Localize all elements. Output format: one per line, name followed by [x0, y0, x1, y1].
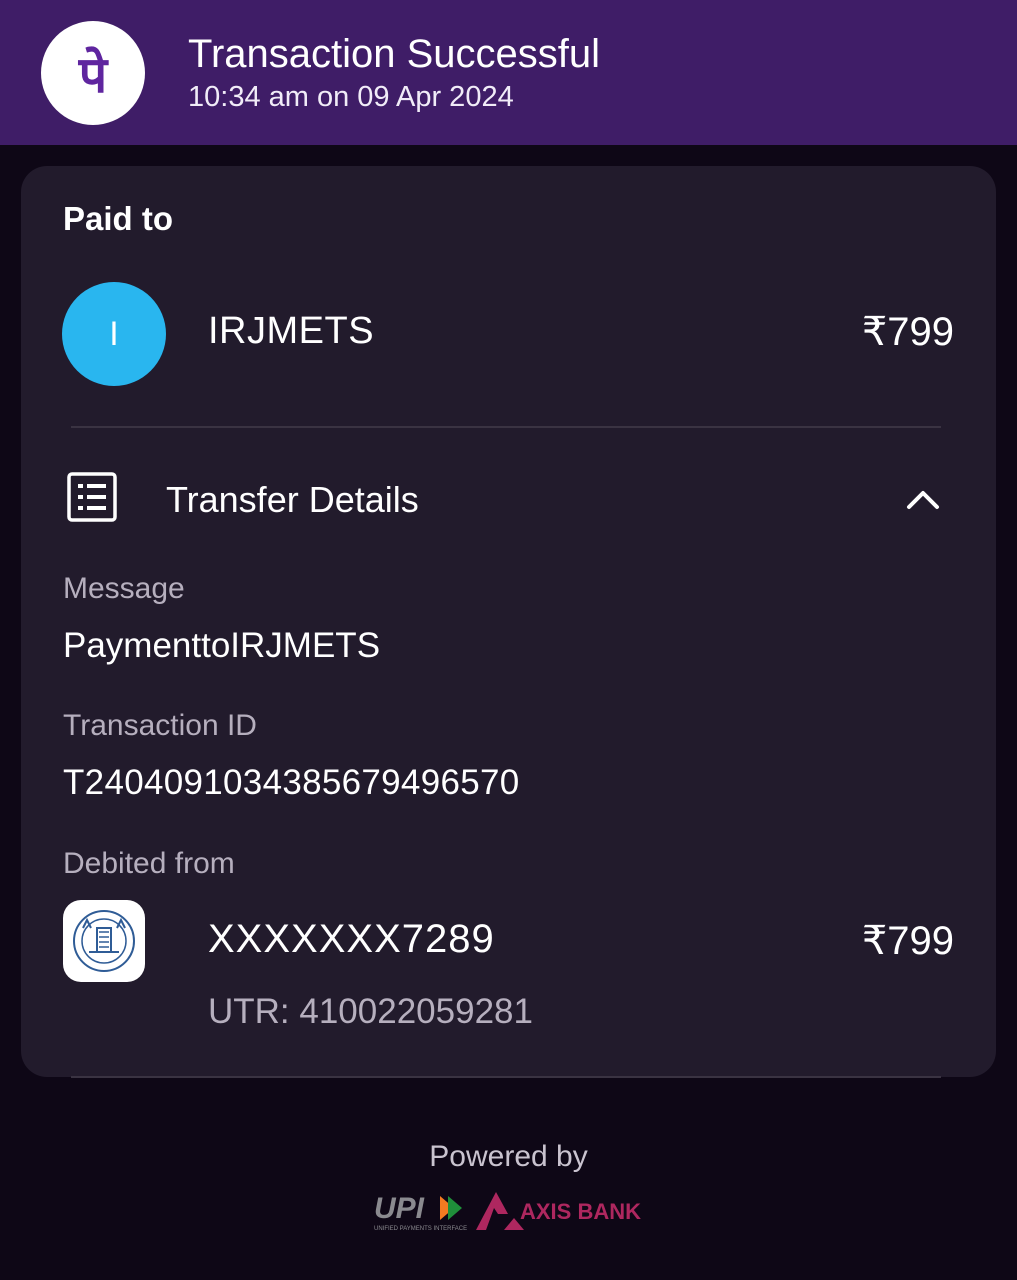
- bank-account-number: XXXXXXX7289: [208, 917, 495, 961]
- transaction-id-value[interactable]: T2404091034385679496570: [63, 763, 520, 803]
- debited-from-label: Debited from: [63, 847, 235, 880]
- axis-bank-logo: AXIS BANK: [476, 1192, 641, 1230]
- chevron-up-icon[interactable]: [903, 481, 943, 515]
- divider: [71, 426, 941, 428]
- paid-amount: ₹799: [861, 310, 954, 354]
- svg-text:UPI: UPI: [374, 1192, 425, 1225]
- transaction-status-title: Transaction Successful: [188, 32, 601, 76]
- transaction-card: Paid to I IRJMETS ₹799 Transfer Details …: [21, 166, 996, 1078]
- receipt-list-icon: [67, 472, 117, 522]
- transfer-details-title[interactable]: Transfer Details: [166, 479, 419, 521]
- header-bar: पे Transaction Successful 10:34 am on 09…: [0, 0, 1017, 145]
- svg-text:UNIFIED PAYMENTS INTERFACE: UNIFIED PAYMENTS INTERFACE: [374, 1226, 467, 1232]
- phonepe-logo: पे: [41, 21, 145, 125]
- axis-bank-name: AXIS BANK: [520, 1199, 641, 1224]
- divider: [71, 1076, 941, 1078]
- bank-seal-icon: [63, 900, 145, 982]
- debited-amount: ₹799: [861, 919, 954, 963]
- message-value: PaymenttoIRJMETS: [63, 626, 381, 665]
- partner-logos: UPI UNIFIED PAYMENTS INTERFACE AXIS BANK: [370, 1188, 650, 1234]
- payee-avatar[interactable]: I: [62, 282, 166, 386]
- upi-logo: UPI UNIFIED PAYMENTS INTERFACE: [374, 1192, 467, 1232]
- utr-number[interactable]: UTR: 410022059281: [208, 992, 533, 1032]
- powered-by-label: Powered by: [429, 1140, 588, 1173]
- payee-initial: I: [109, 314, 119, 353]
- phonepe-logo-glyph: पे: [78, 46, 108, 104]
- paid-to-label: Paid to: [63, 200, 174, 237]
- message-label: Message: [63, 572, 185, 605]
- transaction-timestamp: 10:34 am on 09 Apr 2024: [188, 81, 514, 113]
- transaction-id-label: Transaction ID: [63, 709, 257, 742]
- payee-name[interactable]: IRJMETS: [208, 310, 374, 353]
